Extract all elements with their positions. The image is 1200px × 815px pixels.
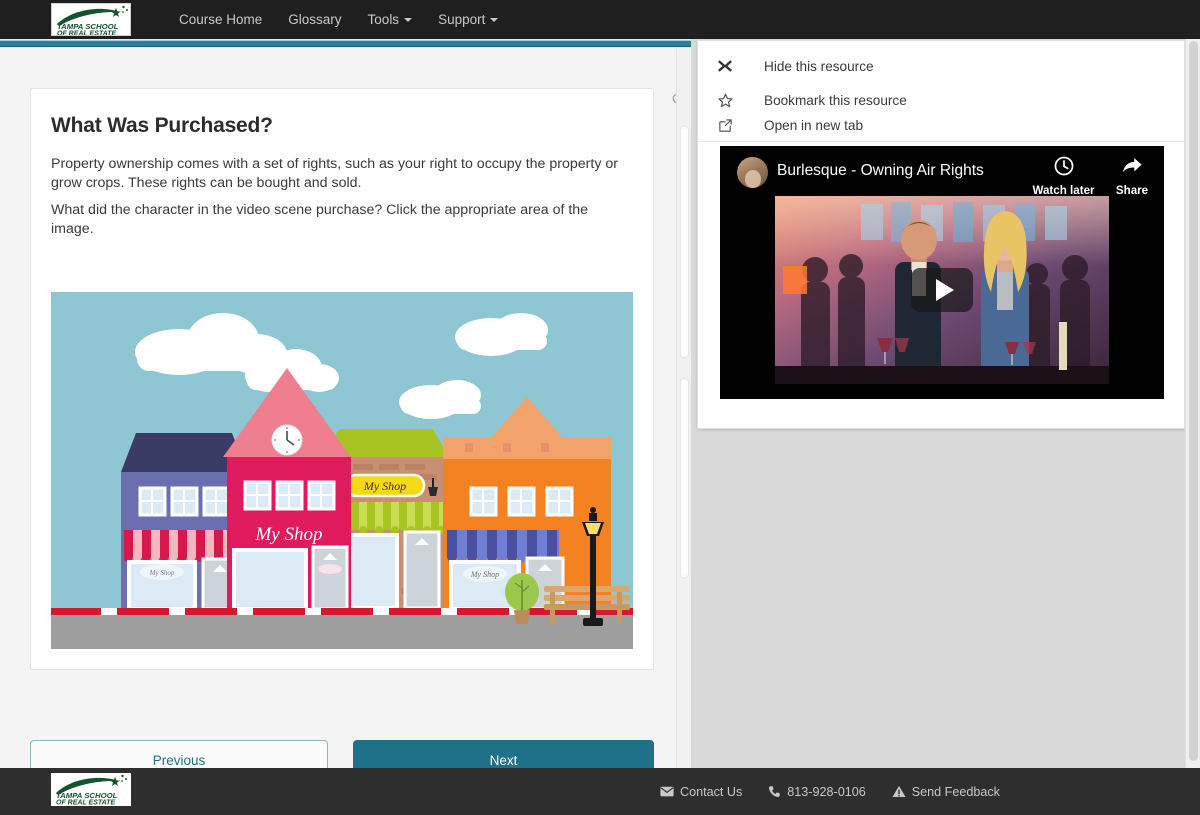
top-navigation-bar: TAMPA SCHOOL OF REAL ESTATE Course Home … — [0, 0, 1200, 39]
street-scene-illustration: My Shop My Shop My Shop My Shop — [51, 292, 633, 649]
road — [51, 615, 633, 649]
open-in-new-tab-button[interactable]: Open in new tab — [712, 113, 863, 137]
chevron-down-icon — [490, 18, 499, 23]
nav-item-support-label: Support — [438, 12, 486, 27]
video-thumbnail[interactable] — [775, 196, 1109, 384]
send-feedback-link[interactable]: Send Feedback — [892, 785, 1000, 799]
envelope-icon — [660, 786, 674, 797]
contact-us-link[interactable]: Contact Us — [660, 785, 742, 799]
course-progress-fill — [0, 40, 691, 47]
course-progress-bar — [0, 39, 691, 48]
video-title[interactable]: Burlesque - Owning Air Rights — [777, 162, 984, 180]
lesson-card: What Was Purchased? Property ownership c… — [30, 88, 654, 670]
previous-button[interactable]: Previous — [30, 740, 328, 768]
resource-divider — [698, 141, 1184, 142]
previous-button-label: Previous — [152, 752, 206, 768]
orange-shop-sign-text: My Shop — [470, 570, 499, 579]
warning-icon — [892, 785, 906, 798]
bookmark-resource-button[interactable]: Bookmark this resource — [712, 88, 907, 112]
woman-figure — [981, 211, 1029, 374]
next-button[interactable]: Next — [353, 740, 654, 768]
footer-links: Contact Us 813-928-0106 Send Feedback — [660, 768, 1000, 815]
nav-item-tools[interactable]: Tools — [355, 0, 426, 39]
footer-logo-line2: OF REAL ESTATE — [56, 800, 115, 807]
channel-avatar[interactable] — [737, 157, 768, 188]
content-scrollbar-thumb[interactable] — [680, 126, 689, 358]
footer-logo[interactable]: TAMPA SCHOOL OF REAL ESTATE — [51, 773, 131, 806]
brick-shop-sign-text: My Shop — [363, 479, 406, 493]
content-scrollbar[interactable] — [676, 48, 691, 768]
phone-number-link[interactable]: 813-928-0106 — [768, 784, 866, 799]
clock-icon — [1054, 156, 1073, 176]
share-arrow-icon — [1122, 158, 1142, 173]
chevron-down-icon — [404, 18, 413, 23]
page-title: What Was Purchased? — [51, 114, 273, 137]
lesson-paragraph-2: What did the character in the video scen… — [51, 202, 589, 237]
lesson-content-column: What Was Purchased? Property ownership c… — [0, 48, 691, 768]
orange-shop-upper-windows — [469, 486, 574, 517]
pink-shop-sign-text: My Shop — [254, 524, 322, 545]
street-scene-hotspot-image[interactable]: My Shop My Shop My Shop My Shop — [51, 292, 633, 649]
hide-resource-label: Hide this resource — [764, 58, 874, 74]
external-link-icon — [712, 118, 738, 133]
nav-item-glossary-label: Glossary — [288, 12, 342, 27]
blue-shop-upper-windows — [138, 486, 231, 517]
lesson-paragraph-1: Property ownership comes with a set of r… — [51, 156, 618, 191]
bookmark-resource-label: Bookmark this resource — [764, 92, 907, 108]
youtube-video-player[interactable]: Burlesque - Owning Air Rights Watch late… — [720, 146, 1164, 399]
content-scrollbar-thumb-secondary[interactable] — [680, 378, 689, 578]
open-in-new-tab-label: Open in new tab — [764, 117, 863, 133]
resource-panel: Hide this resource Bookmark this resourc… — [697, 40, 1185, 429]
street-clock-icon — [271, 424, 303, 456]
site-logo[interactable]: TAMPA SCHOOL OF REAL ESTATE — [51, 3, 131, 36]
footer-logo-graphic: TAMPA SCHOOL OF REAL ESTATE — [51, 773, 131, 806]
nav-item-course-home-label: Course Home — [179, 12, 263, 27]
logo-line2: OF REAL ESTATE — [57, 31, 116, 37]
phone-icon — [768, 785, 781, 798]
nav-item-support[interactable]: Support — [425, 0, 511, 39]
site-footer: TAMPA SCHOOL OF REAL ESTATE Contact Us 8… — [0, 768, 1200, 815]
share-button[interactable]: Share — [1105, 155, 1159, 197]
blue-shop-sign-text: My Shop — [149, 569, 175, 577]
watch-later-button[interactable]: Watch later — [1027, 155, 1100, 197]
pink-shop-upper-windows — [243, 480, 336, 511]
logo-graphic: TAMPA SCHOOL OF REAL ESTATE — [52, 4, 130, 37]
page-scrollbar-thumb[interactable] — [1189, 41, 1198, 761]
pink-shop-window — [232, 548, 308, 611]
star-icon — [712, 93, 738, 108]
contact-us-label: Contact Us — [680, 784, 743, 799]
nav-item-course-home[interactable]: Course Home — [166, 0, 275, 39]
close-icon — [712, 58, 738, 74]
nav-item-tools-label: Tools — [367, 12, 400, 27]
page-scrollbar[interactable] — [1185, 39, 1200, 768]
nav-item-glossary[interactable]: Glossary — [275, 0, 354, 39]
logo-line1: TAMPA SCHOOL — [57, 22, 119, 31]
play-button[interactable] — [911, 268, 973, 312]
blue-shop-awning — [124, 530, 240, 562]
nav-links: Course Home Glossary Tools Support — [166, 0, 511, 39]
hide-resource-button[interactable]: Hide this resource — [712, 53, 874, 79]
footer-logo-line1: TAMPA SCHOOL — [56, 791, 118, 800]
send-feedback-label: Send Feedback — [911, 784, 1000, 799]
share-label: Share — [1115, 184, 1149, 197]
next-button-label: Next — [489, 752, 518, 768]
phone-number-label: 813-928-0106 — [787, 784, 866, 799]
